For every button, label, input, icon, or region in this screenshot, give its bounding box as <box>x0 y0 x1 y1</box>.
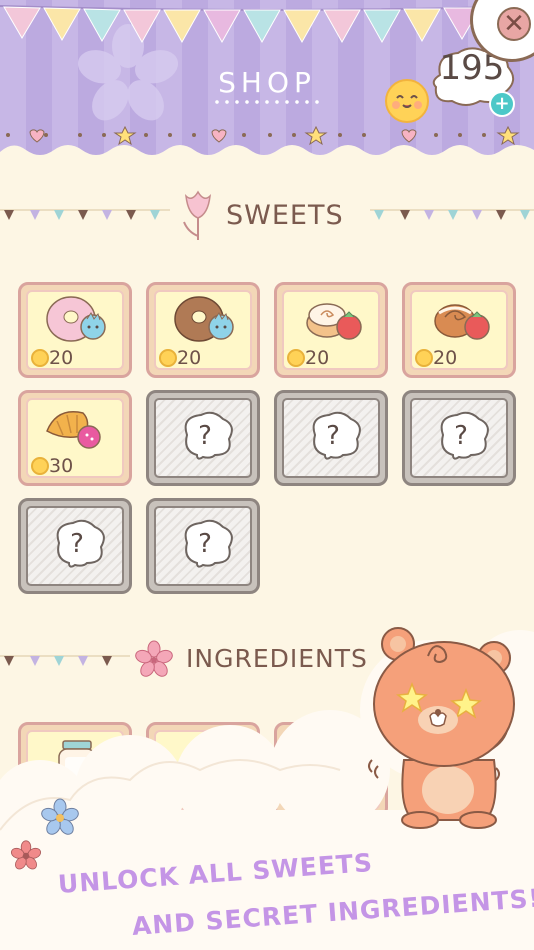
coin-icon <box>415 349 433 367</box>
strawberry-roll-icon <box>434 304 490 340</box>
sweets-section-header: SWEETS <box>0 188 534 244</box>
small-flower-icon <box>41 798 79 835</box>
sweet-item-cinnamon-roll[interactable]: 20 <box>274 282 388 378</box>
coin-icon <box>385 79 429 123</box>
sweet-item-pink-donut[interactable]: 20 <box>18 282 132 378</box>
item-price: 30 <box>49 455 74 477</box>
coin-icon <box>31 349 49 367</box>
item-price: 20 <box>49 347 74 369</box>
coin-icon <box>31 457 49 475</box>
coin-icon <box>287 349 305 367</box>
add-coins-button[interactable]: + <box>489 91 515 117</box>
locked-label: ? <box>326 421 340 451</box>
close-icon: ✕ <box>497 7 531 41</box>
sweet-item-locked[interactable]: ? <box>18 498 132 594</box>
locked-label: ? <box>454 421 468 451</box>
sweet-item-croissant[interactable]: 30 <box>18 390 132 486</box>
coin-icon <box>159 349 177 367</box>
bunting-flags <box>0 5 534 44</box>
locked-label: ? <box>198 421 212 451</box>
sweets-title: SWEETS <box>226 200 344 231</box>
item-price: 20 <box>305 347 330 369</box>
sweet-item-locked[interactable]: ? <box>146 390 260 486</box>
title-dots <box>212 100 324 104</box>
item-price: 20 <box>433 347 458 369</box>
scalloped-edge <box>0 145 534 160</box>
sweet-item-locked[interactable]: ? <box>274 390 388 486</box>
sweet-item-strawberry-roll[interactable]: 20 <box>402 282 516 378</box>
bear-mascot <box>368 627 515 829</box>
sweet-item-locked[interactable]: ? <box>402 390 516 486</box>
bunting-left <box>0 209 170 220</box>
chocolate-donut-icon <box>174 296 234 342</box>
item-price: 20 <box>177 347 202 369</box>
locked-label: ? <box>70 529 84 559</box>
pink-donut-icon <box>46 296 106 342</box>
croissant-icon <box>46 411 101 449</box>
locked-label: ? <box>198 529 212 559</box>
sweet-item-chocolate-donut[interactable]: 20 <box>146 282 260 378</box>
bunting-right <box>370 209 534 220</box>
small-flower-icon <box>10 840 42 870</box>
sweet-item-locked[interactable]: ? <box>146 498 260 594</box>
tulip-icon <box>183 190 211 240</box>
cinnamon-roll-icon <box>306 303 362 340</box>
